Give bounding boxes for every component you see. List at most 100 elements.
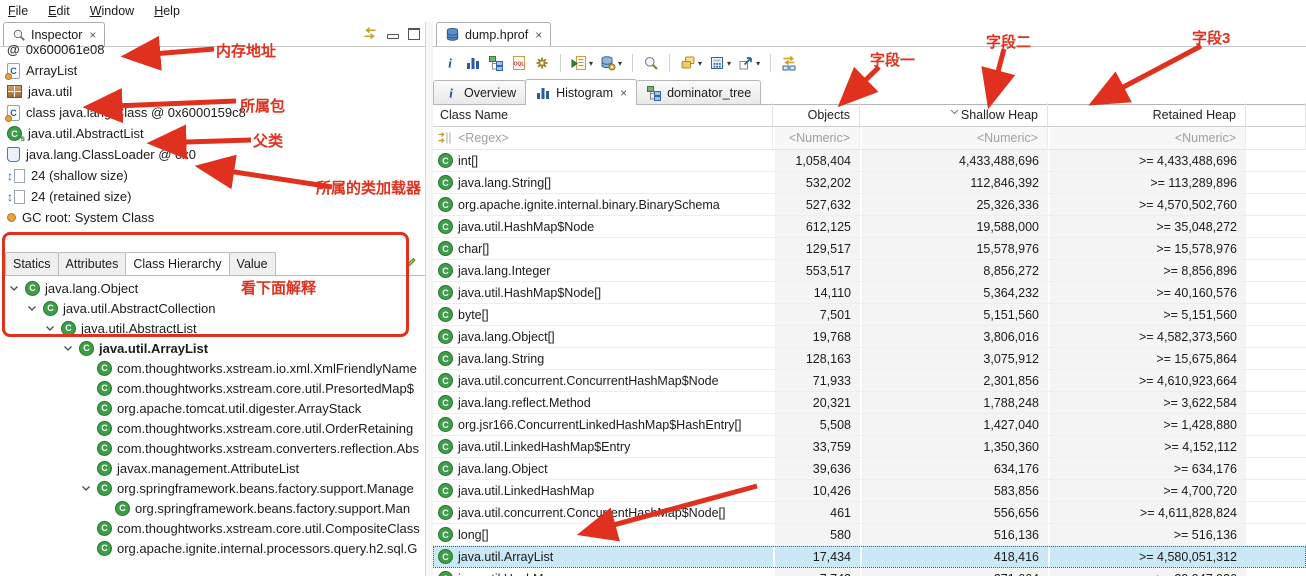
numeric-filter-input[interactable]: <Numeric> [1048,127,1246,149]
tab-statics[interactable]: Statics [5,252,59,275]
tree-node-label: org.apache.ignite.internal.processors.qu… [117,540,418,556]
tab-overview[interactable]: i Overview [433,80,527,104]
oql-button[interactable]: OQL [509,52,529,74]
chevron-down-icon[interactable] [62,345,74,352]
dropdown-arrow-icon[interactable]: ▾ [589,59,593,68]
tab-class-hierarchy[interactable]: Class Hierarchy [125,252,230,275]
inspector-item[interactable]: Cclass java.lang.Class @ 0x6000159c8 [5,102,425,123]
cell-text: 33,759 [812,439,851,454]
table-row[interactable]: Cjava.lang.reflect.Method 20,321 1,788,248… [433,392,1306,414]
group-by-button[interactable]: ▾ [678,52,704,74]
table-row[interactable]: Clong[] 580 516,136 >= 516,136 [433,524,1306,546]
table-row[interactable]: Cjava.util.HashMap 7,743 371,664 >= 39,947,… [433,568,1306,576]
inspector-item[interactable]: GC root: System Class [7,207,425,228]
tree-node-label: javax.management.AttributeList [117,460,300,476]
tree-node-label: com.thoughtworks.xstream.core.util.Order… [117,420,414,436]
menu-help[interactable]: Help [154,4,180,18]
chevron-down-icon[interactable] [44,325,56,332]
tree-node[interactable]: Cjava.util.AbstractCollection [0,298,425,318]
toolbar-separator [669,54,671,72]
table-row[interactable]: Cjava.util.concurrent.ConcurrentHashMap$… [433,370,1306,392]
tab-dominator_tree[interactable]: dominator_tree [636,80,762,104]
tree-node[interactable]: Cjava.lang.Object [0,278,425,298]
numeric-filter-input[interactable]: <Numeric> [773,127,860,149]
table-row[interactable]: Corg.jsr166.ConcurrentLinkedHashMap$Hash… [433,414,1306,436]
menu-file[interactable]: File [8,4,28,18]
menu-window[interactable]: Window [90,4,134,18]
table-row[interactable]: Cbyte[] 7,501 5,151,560 >= 5,151,560 [433,304,1306,326]
table-row[interactable]: Cjava.util.LinkedHashMap 10,426 583,856 >= … [433,480,1306,502]
compare-button[interactable] [779,52,799,74]
chevron-down-icon[interactable] [26,305,38,312]
cell-text: >= 3,622,584 [1163,395,1237,410]
maximize-icon[interactable] [408,27,420,40]
tab-attributes[interactable]: Attributes [57,252,127,275]
column-header-shallow-heap[interactable]: Shallow Heap [860,103,1048,126]
regex-filter-input[interactable]: <Regex> [433,127,773,149]
table-row[interactable]: Cjava.lang.Integer 553,517 8,856,272 >= 8,8… [433,260,1306,282]
inspector-item[interactable]: Cs java.util.AbstractList [7,123,425,144]
inspector-item-label: java.util.AbstractList [28,126,144,141]
settings-gear-icon [534,55,550,71]
tree-node[interactable]: Corg.springframework.beans.factory.suppo… [0,478,425,498]
dropdown-arrow-icon[interactable]: ▾ [618,59,622,68]
numeric-filter-input[interactable]: <Numeric> [860,127,1048,149]
cell-text: >= 4,433,488,696 [1138,153,1237,168]
table-row[interactable]: Corg.apache.ignite.internal.binary.Binar… [433,194,1306,216]
tree-node[interactable]: Cjavax.management.AttributeList [0,458,425,478]
table-row[interactable]: Cjava.util.LinkedHashMap$Entry 33,759 1,35… [433,436,1306,458]
table-row[interactable]: Cjava.lang.String 128,163 3,075,912 >= 15,6… [433,348,1306,370]
column-header-retained-heap[interactable]: Retained Heap [1048,103,1246,126]
tree-node[interactable]: Corg.apache.ignite.internal.processors.q… [0,538,425,558]
menu-edit[interactable]: Edit [48,4,70,18]
tree-node[interactable]: Ccom.thoughtworks.xstream.io.xml.XmlFrie… [0,358,425,378]
value-cell: 14,110 [773,282,860,303]
export-button[interactable]: ▾ [736,52,762,74]
chevron-down-icon[interactable] [80,485,92,492]
histogram-button[interactable] [463,52,483,74]
tab-histogram[interactable]: Histogram × [525,79,638,105]
tab-value[interactable]: Value [228,252,276,275]
dropdown-arrow-icon[interactable]: ▾ [727,59,731,68]
inspector-item[interactable]: java.lang.ClassLoader @ 0x0 [7,144,425,165]
dropdown-arrow-icon[interactable]: ▾ [756,59,760,68]
table-row[interactable]: Cjava.util.HashMap$Node 612,125 19,588,000… [433,216,1306,238]
column-header-class-name[interactable]: Class Name [433,103,773,126]
inspector-item[interactable]: C ArrayList [5,60,425,81]
tree-node[interactable]: Corg.apache.tomcat.util.digester.ArraySt… [0,398,425,418]
info-button[interactable]: i [440,52,460,74]
heap-objects-button[interactable]: ▾ [598,52,624,74]
tree-node[interactable]: Cjava.util.ArrayList [0,338,425,358]
close-icon[interactable]: × [535,28,542,42]
table-row[interactable]: Cchar[] 129,517 15,578,976 >= 15,578,976 [433,238,1306,260]
dropdown-arrow-icon[interactable]: ▾ [698,59,702,68]
calculator-button[interactable]: ▾ [707,52,733,74]
table-row[interactable]: Cjava.util.ArrayList 17,434 418,416 >= 4,58… [433,546,1306,568]
cell-text: java.lang.String[] [458,175,552,190]
value-cell: 5,364,232 [860,282,1048,303]
tree-node[interactable]: Ccom.thoughtworks.xstream.core.util.Comp… [0,518,425,538]
tree-node[interactable]: Ccom.thoughtworks.xstream.core.util.Pres… [0,378,425,398]
table-row[interactable]: Cjava.util.HashMap$Node[] 14,110 5,364,232… [433,282,1306,304]
table-row[interactable]: Cint[] 1,058,404 4,433,488,696 >= 4,433,488… [433,150,1306,172]
table-row[interactable]: Cjava.util.concurrent.ConcurrentHashMap$… [433,502,1306,524]
column-header-objects[interactable]: Objects [773,103,860,126]
dominator-tree-button[interactable] [486,52,506,74]
class-icon: C [438,483,453,498]
tree-node[interactable]: Ccom.thoughtworks.xstream.converters.ref… [0,438,425,458]
search-button[interactable] [641,52,661,74]
settings-gear-button[interactable] [532,52,552,74]
class-s-icon: Cs [7,126,25,143]
run-expression-button[interactable]: ▾ [569,52,595,74]
table-row[interactable]: Cjava.lang.Object 39,636 634,176 >= 634,176 [433,458,1306,480]
table-row[interactable]: Cjava.lang.String[] 532,202 112,846,392 >= … [433,172,1306,194]
inspector-item[interactable]: java.util [7,81,425,102]
class-name-cell: Cjava.lang.Integer [433,260,773,281]
tab-dump-hprof[interactable]: dump.hprof × [436,22,552,46]
tree-node[interactable]: Cjava.util.AbstractList [0,318,425,338]
close-icon[interactable]: × [620,86,627,100]
chevron-down-icon[interactable] [8,285,20,292]
tree-node[interactable]: Corg.springframework.beans.factory.suppo… [0,498,425,518]
tree-node[interactable]: Ccom.thoughtworks.xstream.core.util.Orde… [0,418,425,438]
table-row[interactable]: Cjava.lang.Object[] 19,768 3,806,016 >= 4,5… [433,326,1306,348]
